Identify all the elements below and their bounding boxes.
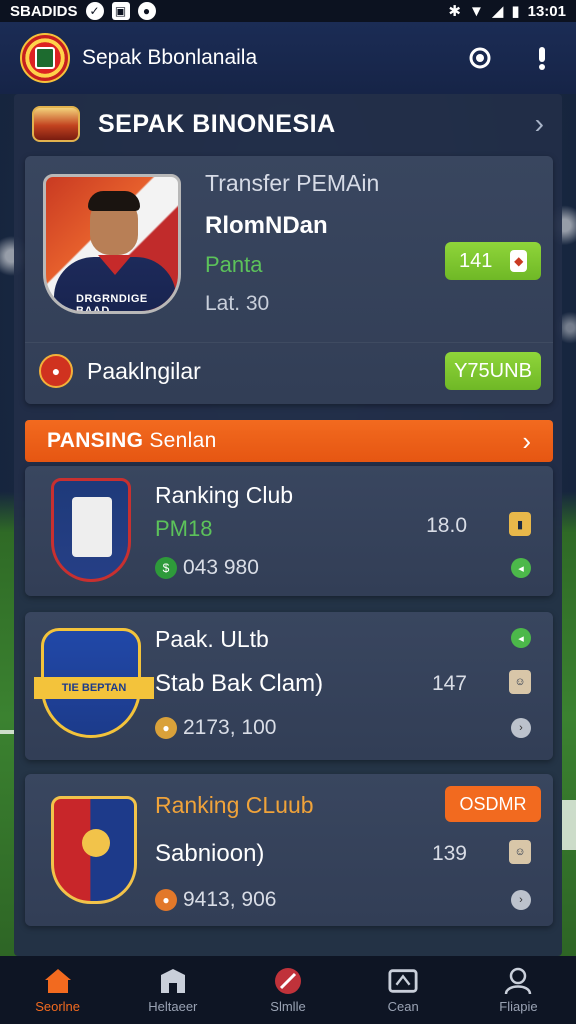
nav-item-stadium[interactable]: Heltaeer [115,956,230,1024]
home-icon [43,967,73,995]
club-card[interactable]: TIE BEPTAN Paak. ULtb Stab Bak Clam) ● 2… [25,612,553,760]
club-count-value: 9413, 906 [183,888,277,911]
signal-icon: ◢ [491,3,504,20]
transfer-card[interactable]: DRGRNDIGE BAAD Transfer PEMAin RlomNDan … [25,156,553,404]
club-count: $ 043 980 [155,556,259,580]
nav-item-match[interactable]: Slmlle [230,956,345,1024]
player-photo: DRGRNDIGE BAAD [43,174,181,314]
club-card[interactable]: Ranking CLuub Sabnioon) ● 9413, 906 139 … [25,774,553,926]
field-line [0,730,14,734]
transfer-label: Transfer PEMAin [205,170,380,196]
club-number: 139 [431,842,467,865]
app-title: Sepak Bbonlanaila [82,46,258,69]
ranking-section-title: PANSING Senlan [47,429,522,453]
coin-icon: $ [155,557,177,579]
club-card[interactable]: Ranking Club PM18 $ 043 980 18.0 ▮ ◂ [25,466,553,596]
status-bar: SBADIDS ✓ ▣ ● ✱ ▼ ◢ ▮ 13:01 [0,0,576,22]
arrow-icon[interactable]: ◂ [511,558,531,578]
shirt-text: DRGRNDIGE BAAD [76,293,148,314]
nav-label: Slmlle [270,998,306,1014]
club-count: ● 9413, 906 [155,888,276,912]
status-dot-icon: ◂ [511,628,531,648]
club-crest [51,796,137,904]
building-icon [158,967,188,995]
app-bar: Sepak Bbonlanaila [0,22,576,94]
club-count-value: 2173, 100 [183,716,277,739]
gallery-icon: ▣ [111,2,130,20]
club-crest: TIE BEPTAN [34,628,154,738]
club-number: 147 [431,672,467,695]
club-title: Ranking Club [155,482,294,508]
player-meta: Lat. 30 [205,292,270,315]
ranking-title-rest: Senlan [149,429,217,452]
fee-label: Paaklngilar [87,358,201,384]
battery-icon: ▮ [511,3,520,20]
club-subtitle: Stab Bak Clam) [155,670,324,697]
app-logo[interactable] [20,33,70,83]
status-time: 13:01 [527,2,566,20]
rating-pill[interactable]: 141 ◆ [445,242,541,280]
nav-label: Fliapie [499,998,538,1014]
manager-avatar-icon: ☺ [509,840,531,864]
search-icon[interactable] [466,44,494,72]
profile-icon [503,967,533,995]
chevron-right-icon[interactable]: › [522,426,531,457]
coin-icon: ● [155,889,177,911]
club-subtitle: PM18 [155,516,213,541]
manager-avatar-icon: ☺ [509,670,531,694]
club-count: ● 2173, 100 [155,716,276,740]
club-count-value: 043 980 [183,556,259,579]
nav-label: Seorlne [35,998,80,1014]
section-header[interactable]: SEPAK BINONESIA › [32,100,544,148]
message-icon: ● [137,2,156,20]
arrow-icon[interactable]: › [511,890,531,910]
club-icon: ◆ [510,250,527,272]
nav-item-cards[interactable]: Cean [346,956,461,1024]
notification-bell-icon[interactable] [528,44,556,72]
rating-value: 141 [459,249,493,272]
arrow-icon[interactable]: › [511,718,531,738]
section-title: SEPAK BINONESIA [98,109,336,138]
nav-label: Cean [387,998,419,1014]
fee-pill[interactable]: Y75UNB [445,352,541,390]
coin-icon: ● [155,717,177,739]
trophy-icon: ▮ [509,512,531,536]
ball-icon [273,967,303,995]
field-line [562,800,576,850]
chevron-right-icon[interactable]: › [535,108,544,140]
club-title: Ranking CLuub [155,792,314,818]
card-icon [388,967,418,995]
nav-item-home[interactable]: Seorlne [0,956,115,1024]
club-crest [51,478,131,582]
fee-value: Y75UNB [454,359,532,382]
ranking-title-bold: PANSING [47,429,144,452]
ranking-section-bar[interactable]: PANSING Senlan › [25,420,553,462]
club-number: 18.0 [426,514,467,537]
league-badge-icon [32,106,80,142]
fee-icon: ● [39,354,73,388]
player-name: RlomNDan [205,212,328,239]
club-subtitle: Sabnioon) [155,840,265,867]
nav-item-profile[interactable]: Fliapie [461,956,576,1024]
status-text: SBADIDS [10,2,78,20]
bottom-navigation: Seorlne Heltaeer Slmlle Cean Fliapie [0,956,576,1024]
nav-label: Heltaeer [148,998,198,1014]
divider [25,342,553,343]
player-position: Panta [205,252,263,277]
bluetooth-icon: ✱ [448,3,461,20]
club-badge-button[interactable]: OSDMR [445,786,541,822]
notification-icon: ✓ [85,2,104,20]
wifi-icon: ▼ [468,2,484,20]
crest-text: TIE BEPTAN [34,677,154,699]
club-title: Paak. ULtb [155,626,269,652]
